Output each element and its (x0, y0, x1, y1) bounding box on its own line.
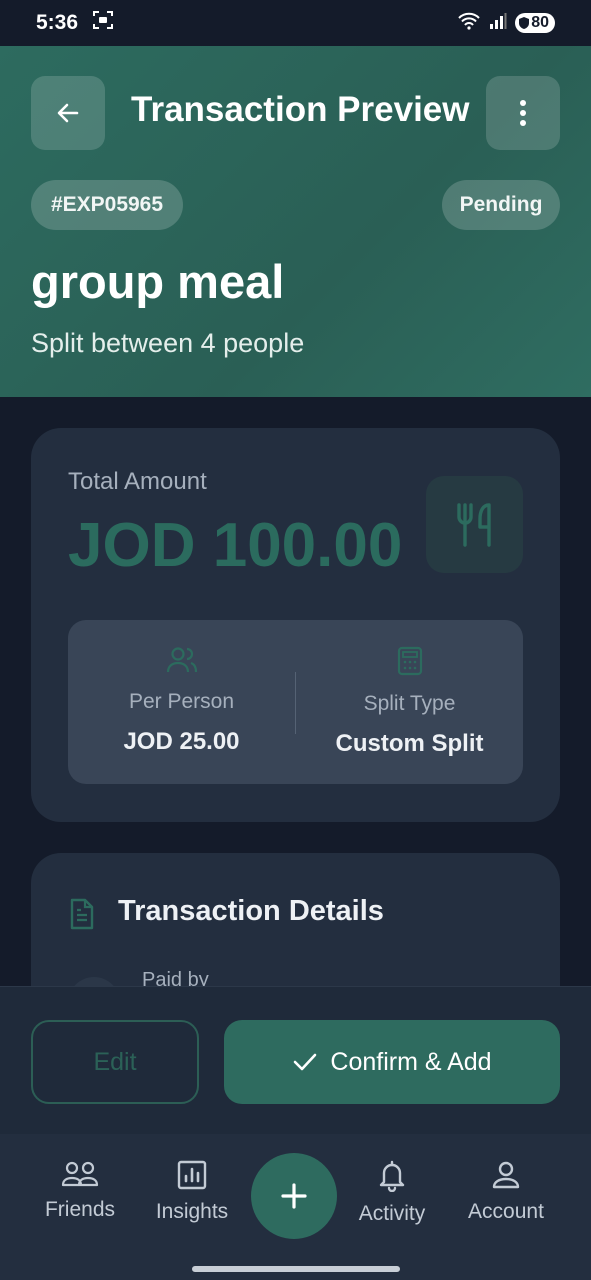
user-icon (492, 1161, 520, 1189)
page-title: Transaction Preview (131, 90, 470, 129)
nav-item-activity[interactable]: Activity (332, 1160, 452, 1226)
screen-record-icon (92, 10, 114, 36)
bell-icon (379, 1160, 405, 1192)
edit-button[interactable]: Edit (31, 1020, 199, 1104)
confirm-add-label: Confirm & Add (330, 1047, 492, 1076)
transaction-header: Transaction Preview #EXP05965 Pending gr… (0, 46, 591, 397)
split-type-value: Custom Split (335, 730, 484, 757)
calculator-icon (397, 646, 422, 676)
per-person-value: JOD 25.00 (123, 728, 240, 755)
arrow-left-icon (57, 103, 79, 123)
plus-icon (281, 1183, 307, 1209)
shield-icon (519, 17, 530, 29)
utensils-icon (456, 502, 491, 547)
battery-level: 80 (531, 14, 549, 31)
wifi-icon (457, 12, 481, 35)
status-badge: Pending (442, 180, 560, 230)
nav-item-friends[interactable]: Friends (20, 1160, 140, 1222)
more-options-button[interactable] (486, 76, 560, 150)
home-indicator[interactable] (192, 1266, 400, 1272)
split-summary: Split between 4 people (31, 328, 305, 358)
per-person-section: Per Person JOD 25.00 (68, 620, 295, 784)
split-summary-box: Per Person JOD 25.00 Split Type Custom S… (68, 620, 523, 784)
users-icon (166, 647, 197, 673)
battery-indicator: 80 (515, 13, 555, 33)
total-amount-value: JOD 100.00 (68, 511, 403, 580)
per-person-label: Per Person (128, 690, 235, 713)
add-transaction-button[interactable] (251, 1153, 337, 1239)
users-icon (61, 1161, 99, 1187)
transaction-details-title: Transaction Details (118, 895, 384, 927)
category-badge (426, 476, 523, 573)
more-vertical-icon (520, 100, 526, 126)
status-time: 5:36 (36, 11, 79, 34)
status-bar: 5:36 80 (0, 0, 591, 46)
amount-card: Total Amount JOD 100.00 Per Person JOD 2… (31, 428, 560, 822)
confirm-add-button[interactable]: Confirm & Add (224, 1020, 560, 1104)
nav-label-friends: Friends (44, 1198, 116, 1221)
back-button[interactable] (31, 76, 105, 150)
nav-item-account[interactable]: Account (446, 1160, 566, 1224)
check-icon (294, 1053, 317, 1071)
nav-label-account: Account (468, 1200, 544, 1223)
transaction-id-badge: #EXP05965 (31, 180, 183, 230)
document-icon (68, 898, 96, 935)
signal-icon (489, 12, 507, 34)
transaction-name: group meal (31, 255, 285, 308)
total-amount-label: Total Amount (68, 468, 207, 495)
nav-label-activity: Activity (358, 1202, 426, 1225)
nav-item-insights[interactable]: Insights (132, 1160, 252, 1224)
split-type-label: Split Type (363, 692, 456, 715)
split-type-section: Split Type Custom Split (296, 620, 523, 784)
bottom-navigation: Friends Insights Activity Account (0, 1134, 591, 1280)
action-bar: Edit Confirm & Add (0, 986, 591, 1134)
nav-label-insights: Insights (155, 1200, 229, 1223)
chart-icon (177, 1160, 207, 1190)
